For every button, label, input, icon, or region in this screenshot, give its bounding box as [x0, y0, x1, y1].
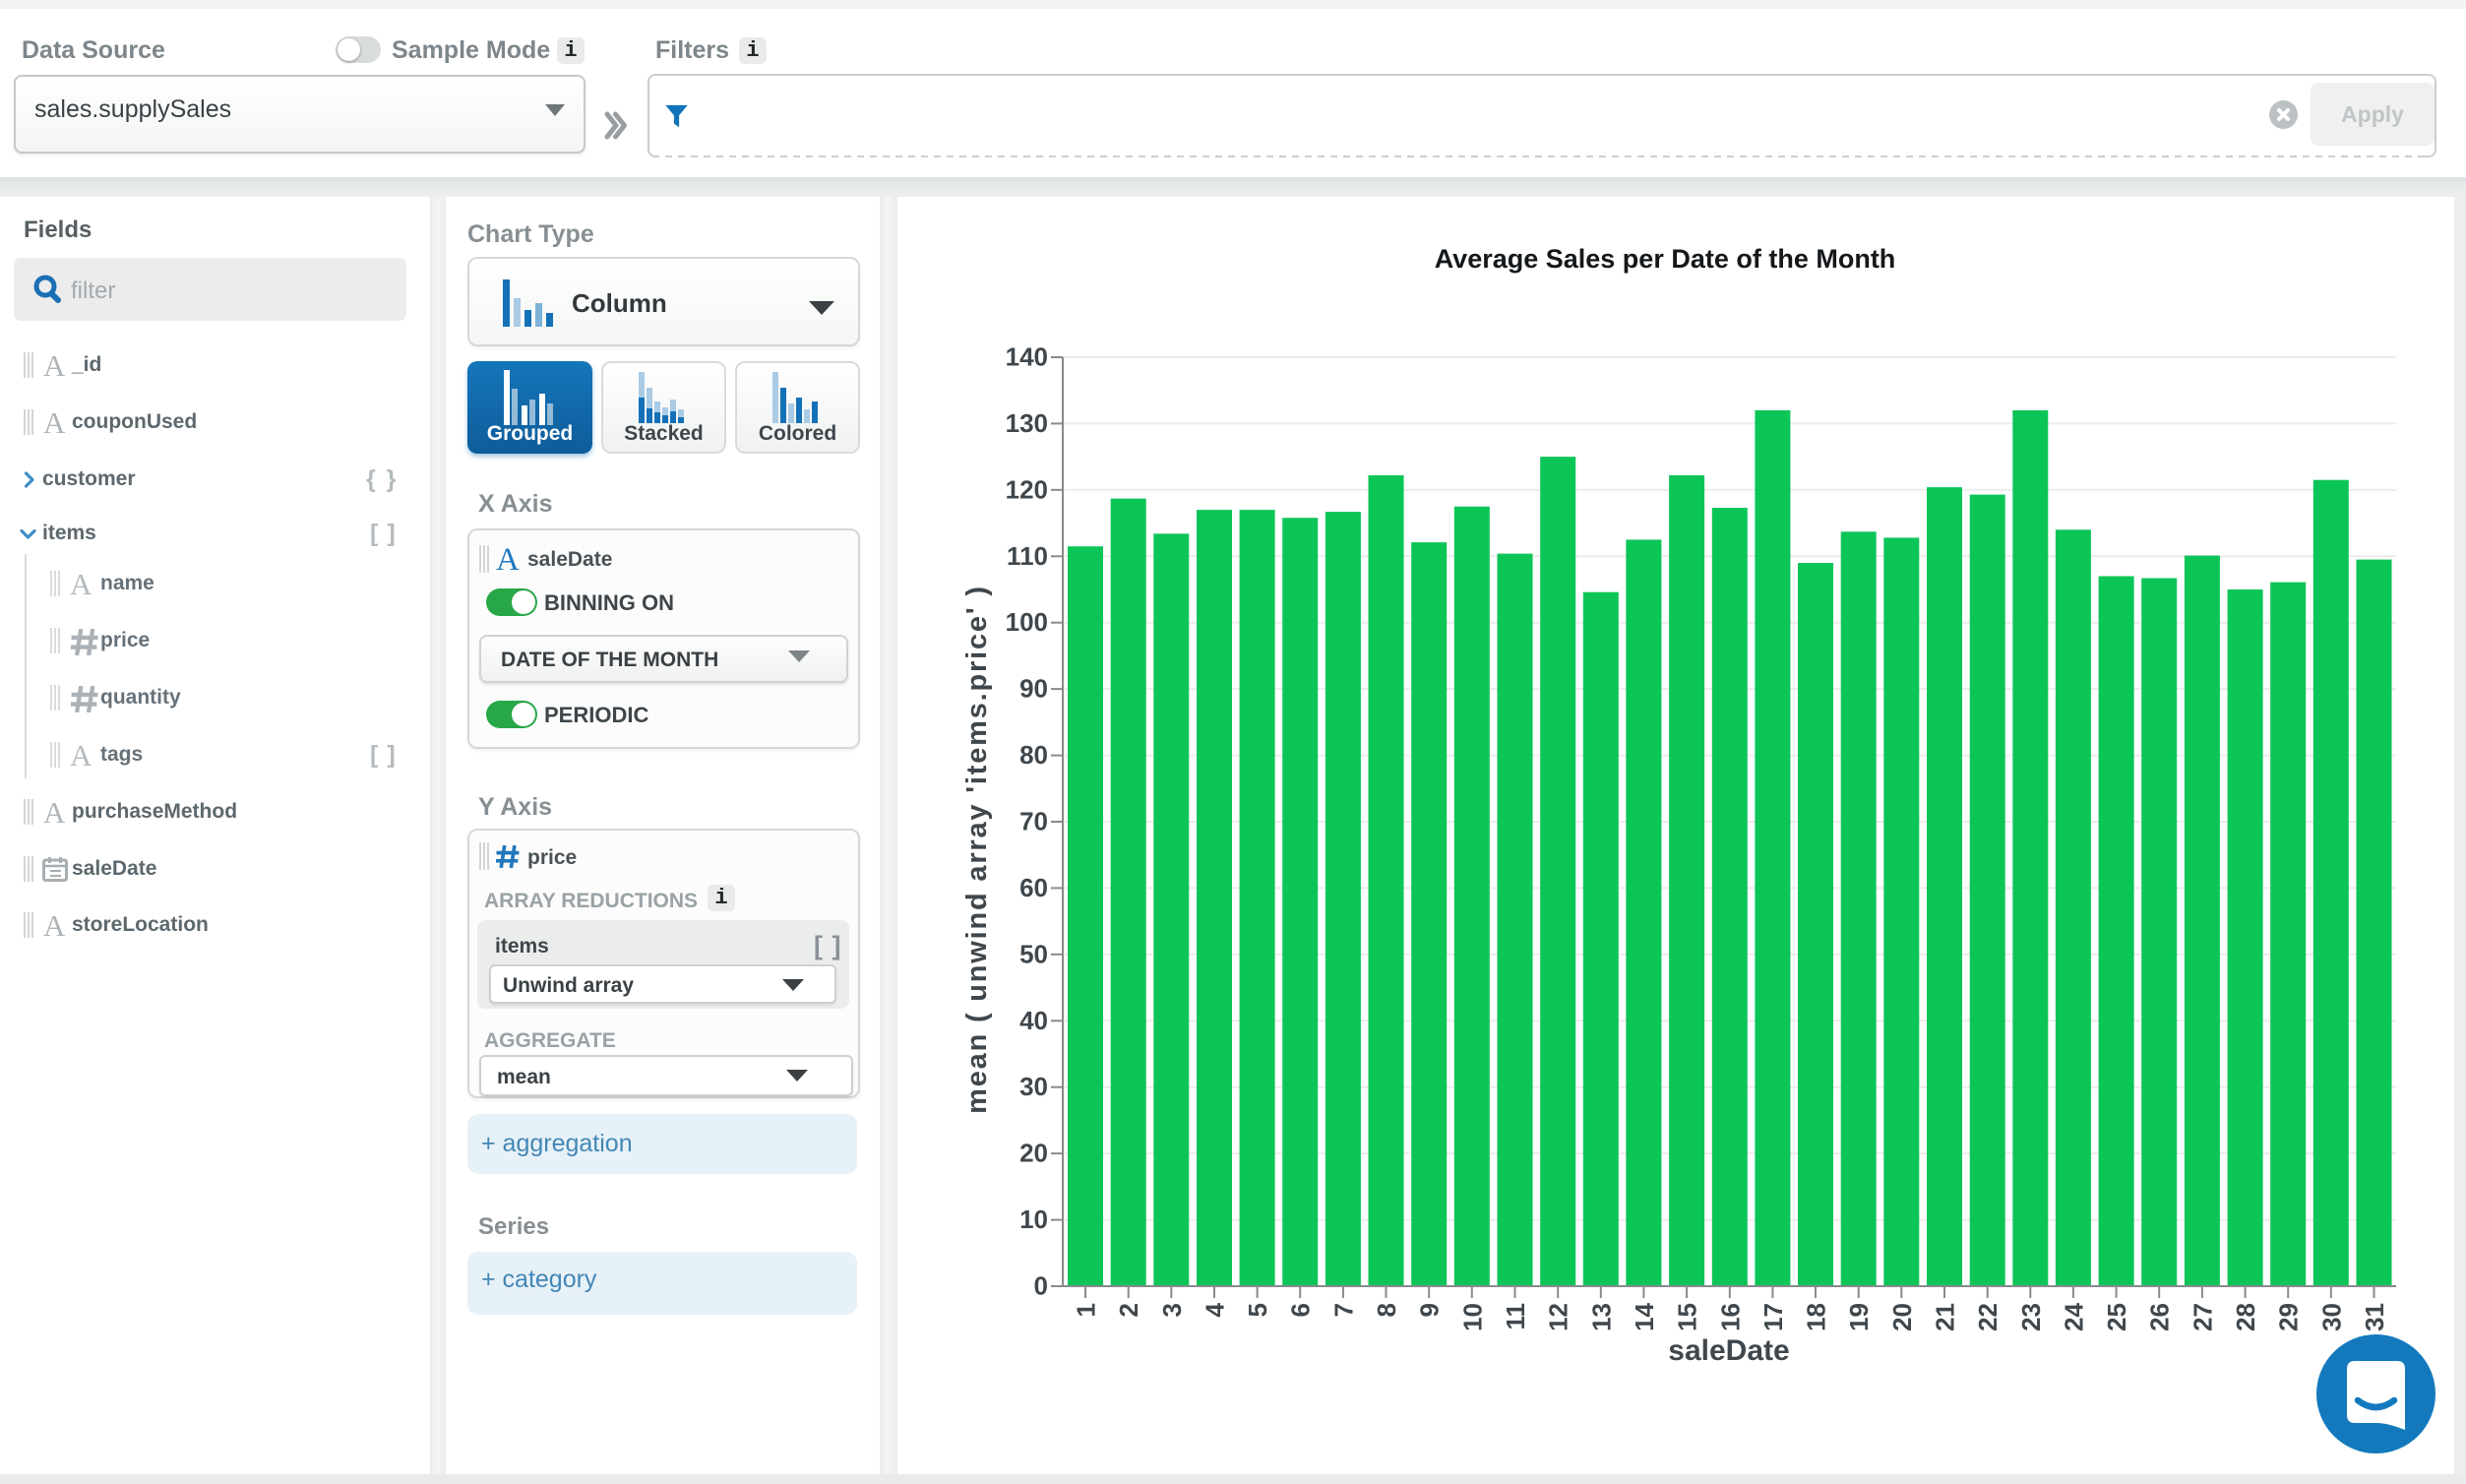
svg-text:40: 40 — [1019, 1006, 1048, 1035]
svg-text:12: 12 — [1544, 1303, 1573, 1331]
svg-text:70: 70 — [1019, 807, 1048, 836]
svg-text:0: 0 — [1034, 1271, 1048, 1301]
svg-text:130: 130 — [1006, 408, 1048, 438]
svg-text:10: 10 — [1019, 1205, 1048, 1234]
svg-text:15: 15 — [1673, 1303, 1702, 1331]
svg-text:50: 50 — [1019, 939, 1048, 968]
svg-text:Average Sales per Date of the: Average Sales per Date of the Month — [1435, 244, 1896, 274]
svg-text:29: 29 — [2274, 1303, 2304, 1331]
svg-text:16: 16 — [1715, 1303, 1745, 1331]
svg-text:22: 22 — [1973, 1303, 2003, 1331]
svg-text:19: 19 — [1844, 1303, 1874, 1331]
svg-text:120: 120 — [1006, 474, 1048, 504]
svg-text:2: 2 — [1114, 1303, 1143, 1317]
svg-text:30: 30 — [2316, 1303, 2346, 1331]
svg-text:13: 13 — [1586, 1303, 1616, 1331]
svg-text:14: 14 — [1630, 1302, 1659, 1330]
svg-text:26: 26 — [2145, 1303, 2175, 1331]
svg-text:31: 31 — [2360, 1303, 2389, 1331]
svg-text:110: 110 — [1007, 541, 1048, 571]
svg-text:100: 100 — [1006, 607, 1048, 637]
svg-text:1: 1 — [1072, 1303, 1101, 1317]
svg-text:9: 9 — [1415, 1303, 1445, 1317]
svg-text:10: 10 — [1457, 1303, 1487, 1331]
svg-text:20: 20 — [1019, 1139, 1048, 1168]
svg-text:23: 23 — [2016, 1303, 2046, 1331]
svg-text:140: 140 — [1006, 342, 1048, 372]
svg-text:21: 21 — [1931, 1303, 1960, 1331]
svg-text:8: 8 — [1372, 1303, 1401, 1317]
svg-text:30: 30 — [1019, 1072, 1048, 1101]
svg-text:90: 90 — [1019, 674, 1048, 704]
svg-text:4: 4 — [1201, 1302, 1230, 1317]
svg-text:25: 25 — [2102, 1303, 2131, 1331]
svg-text:24: 24 — [2059, 1302, 2088, 1330]
svg-text:5: 5 — [1243, 1303, 1272, 1317]
svg-text:27: 27 — [2188, 1303, 2217, 1331]
svg-text:18: 18 — [1802, 1303, 1831, 1331]
svg-text:60: 60 — [1019, 873, 1048, 902]
svg-text:7: 7 — [1328, 1303, 1358, 1317]
svg-text:28: 28 — [2231, 1303, 2260, 1331]
svg-text:3: 3 — [1157, 1303, 1187, 1317]
svg-text:6: 6 — [1286, 1303, 1316, 1317]
svg-text:80: 80 — [1019, 740, 1048, 770]
svg-text:saleDate: saleDate — [1668, 1334, 1789, 1367]
svg-text:17: 17 — [1758, 1303, 1788, 1331]
svg-text:20: 20 — [1887, 1303, 1917, 1331]
svg-text:mean ( unwind array 'items.pri: mean ( unwind array 'items.price' ) — [961, 585, 993, 1114]
svg-text:11: 11 — [1501, 1303, 1530, 1330]
